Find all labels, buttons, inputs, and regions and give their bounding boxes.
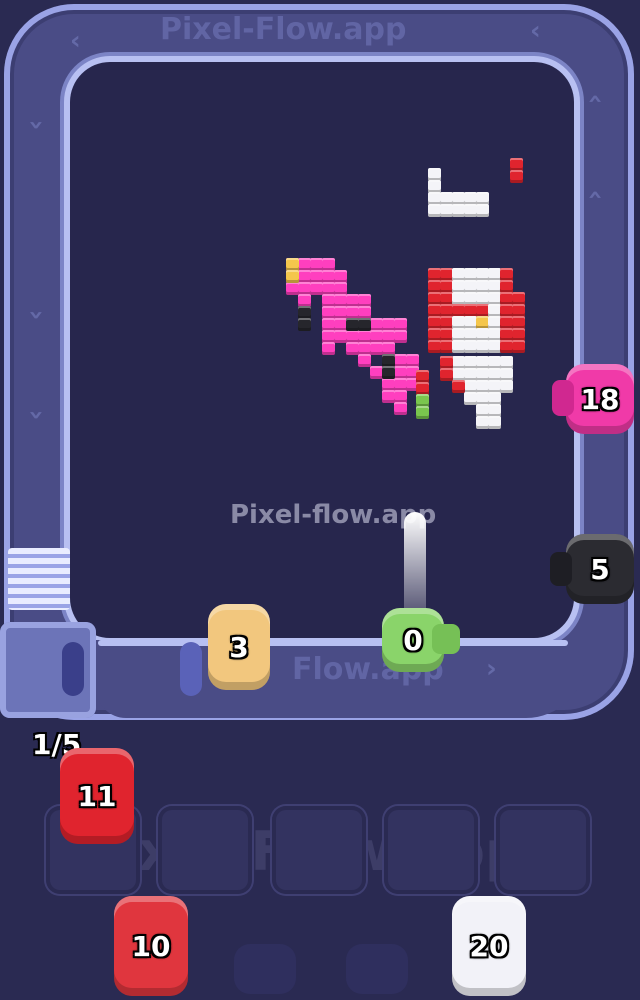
pixel-block xyxy=(416,406,429,419)
holding-slot[interactable] xyxy=(158,806,252,894)
pixel-block xyxy=(286,270,299,283)
queue-placeholder xyxy=(346,944,408,994)
shooter-pink[interactable]: 18 xyxy=(566,364,634,434)
pixel-block xyxy=(358,354,371,367)
queue-shooter-red[interactable]: 11 xyxy=(60,748,134,844)
shooter-count: 18 xyxy=(580,382,620,416)
pixel-art-target xyxy=(0,0,640,640)
shooter-count: 0 xyxy=(403,623,423,657)
pixel-block xyxy=(298,318,311,331)
queue-placeholder xyxy=(234,944,296,994)
holding-slot[interactable] xyxy=(272,806,366,894)
pixel-block xyxy=(394,330,407,343)
gate-window xyxy=(62,642,84,696)
shooter-count: 3 xyxy=(229,630,249,664)
blaster-icon xyxy=(552,380,574,416)
shooter-count: 11 xyxy=(77,779,117,813)
projectile-beam xyxy=(404,512,426,616)
queue-shooter-red[interactable]: 10 xyxy=(114,896,188,996)
pixel-block xyxy=(476,204,489,217)
pixel-block xyxy=(394,402,407,415)
pixel-block xyxy=(512,340,525,353)
blaster-icon xyxy=(550,552,572,586)
blaster-icon xyxy=(432,624,460,654)
holding-slot[interactable] xyxy=(384,806,478,894)
shooter-count: 5 xyxy=(590,552,610,586)
pixel-block xyxy=(510,170,523,183)
queue-shooter-white[interactable]: 20 xyxy=(452,896,526,996)
pixel-block xyxy=(358,318,371,331)
pixel-block xyxy=(440,368,453,381)
pixel-block xyxy=(382,366,395,379)
pixel-block xyxy=(500,380,513,393)
lane-rail xyxy=(98,640,568,646)
pixel-block xyxy=(452,380,465,393)
pixel-block xyxy=(322,342,335,355)
shooter-count: 20 xyxy=(469,929,509,963)
gate-window xyxy=(180,642,202,696)
shooter-count: 10 xyxy=(131,929,171,963)
shooter-black[interactable]: 5 xyxy=(566,534,634,604)
holding-slot[interactable] xyxy=(496,806,590,894)
chevron-right-icon: ‹ xyxy=(486,654,497,684)
pixel-block xyxy=(488,416,501,429)
shooter-tan[interactable]: 3 xyxy=(208,604,270,690)
